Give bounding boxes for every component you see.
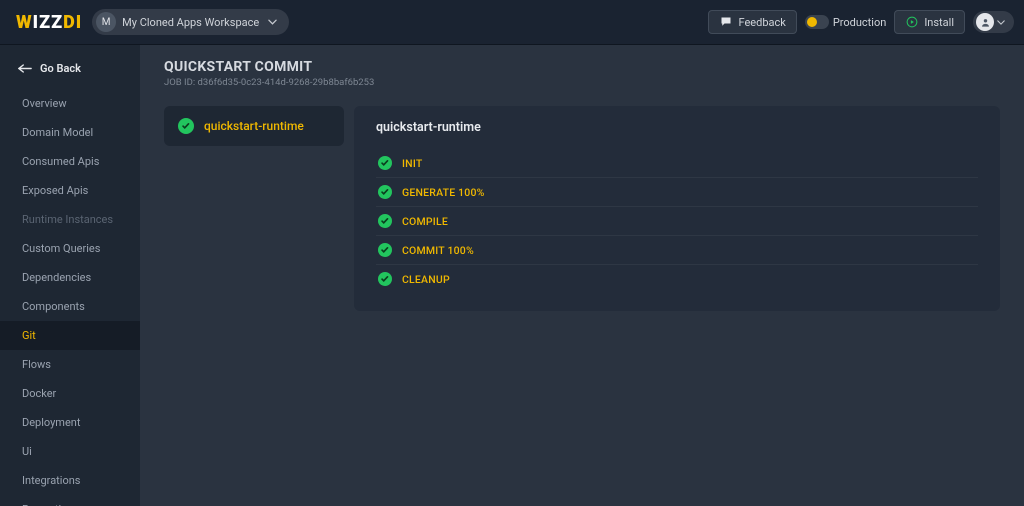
check-circle-icon: [378, 243, 392, 257]
step-label: INIT: [402, 157, 422, 170]
check-circle-icon: [378, 185, 392, 199]
step-label: GENERATE 100%: [402, 186, 485, 199]
chevron-down-icon: [994, 15, 1008, 29]
user-menu[interactable]: [973, 11, 1014, 33]
sidebar-item-domain-model[interactable]: Domain Model: [0, 118, 140, 147]
runtime-steps-card: quickstart-runtime INIT GENERATE 100% COMP…: [354, 106, 1000, 311]
feedback-label: Feedback: [738, 16, 785, 29]
step-label: COMMIT 100%: [402, 244, 474, 257]
step-row[interactable]: INIT: [376, 149, 978, 178]
sidebar-item-ui[interactable]: Ui: [0, 437, 140, 466]
logo-accent-right: DI: [63, 12, 82, 33]
install-label: Install: [924, 16, 954, 29]
chat-icon: [719, 15, 733, 29]
feedback-button[interactable]: Feedback: [708, 10, 796, 34]
runtime-select-card[interactable]: quickstart-runtime: [164, 106, 344, 146]
job-id-label: JOB ID: d36f6d35-0c23-414d-9268-29b8baf6…: [164, 77, 1000, 88]
logo-mid: IZZ: [33, 12, 63, 33]
step-row[interactable]: GENERATE 100%: [376, 178, 978, 207]
step-row[interactable]: COMPILE: [376, 207, 978, 236]
toggle-icon: [805, 15, 829, 29]
sidebar-item-properties[interactable]: Properties: [0, 495, 140, 506]
selected-runtime-name: quickstart-runtime: [204, 119, 304, 133]
sidebar-item-components[interactable]: Components: [0, 292, 140, 321]
check-circle-icon: [378, 214, 392, 228]
go-back-button[interactable]: Go Back: [0, 57, 140, 89]
check-circle-icon: [378, 272, 392, 286]
top-actions: Feedback Production Install: [708, 10, 1014, 34]
install-button[interactable]: Install: [894, 10, 965, 34]
chevron-down-icon: [265, 15, 279, 29]
sidebar-item-deployment[interactable]: Deployment: [0, 408, 140, 437]
step-label: COMPILE: [402, 215, 448, 228]
play-circle-icon: [905, 15, 919, 29]
sidebar-item-custom-queries[interactable]: Custom Queries: [0, 234, 140, 263]
check-circle-icon: [378, 156, 392, 170]
logo-accent-left: W: [16, 12, 33, 33]
logo: WIZZDI: [16, 12, 82, 33]
main-content: QUICKSTART COMMIT JOB ID: d36f6d35-0c23-…: [140, 45, 1024, 506]
step-row[interactable]: COMMIT 100%: [376, 236, 978, 265]
sidebar-item-exposed-apis[interactable]: Exposed Apis: [0, 176, 140, 205]
arrow-left-icon: [18, 61, 32, 75]
user-avatar: [976, 13, 994, 31]
top-bar: WIZZDI M My Cloned Apps Workspace Feedba…: [0, 0, 1024, 45]
page-title: QUICKSTART COMMIT: [164, 59, 1000, 75]
sidebar-item-docker[interactable]: Docker: [0, 379, 140, 408]
step-row[interactable]: CLEANUP: [376, 265, 978, 293]
production-toggle[interactable]: Production: [805, 15, 886, 29]
sidebar-item-consumed-apis[interactable]: Consumed Apis: [0, 147, 140, 176]
sidebar-item-runtime-instances[interactable]: Runtime Instances: [0, 205, 140, 234]
workspace-avatar: M: [96, 12, 116, 32]
workspace-label: My Cloned Apps Workspace: [122, 16, 259, 29]
sidebar-item-git[interactable]: Git: [0, 321, 140, 350]
sidebar-item-dependencies[interactable]: Dependencies: [0, 263, 140, 292]
step-label: CLEANUP: [402, 273, 450, 286]
go-back-label: Go Back: [40, 62, 81, 75]
sidebar-item-flows[interactable]: Flows: [0, 350, 140, 379]
runtime-card-title: quickstart-runtime: [376, 120, 978, 135]
sidebar: Go Back OverviewDomain ModelConsumed Api…: [0, 45, 140, 506]
workspace-selector[interactable]: M My Cloned Apps Workspace: [92, 9, 289, 35]
sidebar-item-integrations[interactable]: Integrations: [0, 466, 140, 495]
check-circle-icon: [178, 118, 194, 134]
production-label: Production: [833, 16, 886, 29]
sidebar-item-overview[interactable]: Overview: [0, 89, 140, 118]
